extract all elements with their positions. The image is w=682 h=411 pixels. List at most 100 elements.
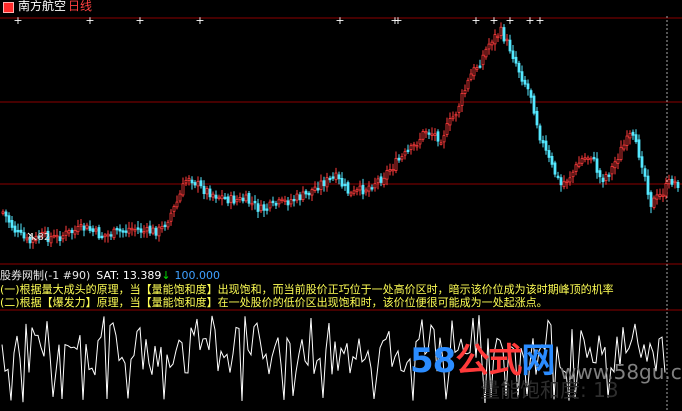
candle-body bbox=[586, 157, 590, 160]
candle-body bbox=[640, 156, 644, 168]
candle-body bbox=[1, 211, 5, 214]
candle-body bbox=[592, 156, 596, 160]
candle-body bbox=[379, 176, 383, 183]
candle-body bbox=[151, 227, 155, 234]
candle-body bbox=[229, 195, 233, 203]
candle-body bbox=[82, 225, 86, 231]
candle-body bbox=[124, 230, 128, 233]
watermark-number: 58 bbox=[410, 341, 456, 381]
candle-body bbox=[667, 179, 671, 185]
candle-body bbox=[172, 206, 176, 212]
chart-menu-icon[interactable] bbox=[3, 2, 14, 13]
candle-body bbox=[598, 170, 602, 178]
candle-body bbox=[658, 193, 662, 197]
candle-body bbox=[676, 181, 680, 188]
candle-body bbox=[244, 194, 248, 202]
candle-body bbox=[514, 56, 518, 64]
candle-body bbox=[133, 229, 137, 232]
candle-body bbox=[649, 192, 653, 207]
candle-body bbox=[70, 229, 74, 233]
candle-body bbox=[601, 177, 605, 183]
candle-body bbox=[562, 181, 566, 188]
candle-body bbox=[295, 193, 299, 201]
candle-body bbox=[490, 41, 494, 46]
candle-body bbox=[406, 149, 410, 153]
candle-body bbox=[415, 145, 419, 148]
candle-body bbox=[550, 155, 554, 165]
candle-body bbox=[289, 199, 293, 205]
candle-body bbox=[568, 177, 572, 183]
candle-body bbox=[589, 157, 593, 161]
candle-body bbox=[196, 180, 200, 187]
watermark-logo: 58公式网 bbox=[410, 344, 555, 378]
candle-body bbox=[247, 192, 251, 204]
candle-body bbox=[652, 197, 656, 208]
indicator-header: 股券网制(-1 #90) SAT: 13.389↓ 100.000 bbox=[0, 269, 220, 282]
candle-body bbox=[106, 233, 110, 237]
candle-body bbox=[319, 180, 323, 191]
candle-body bbox=[61, 235, 65, 240]
candle-body bbox=[559, 177, 563, 186]
note-line-2: (二)根据【爆发力】原理，当【量能饱和度】在一处股价的低价区出现饱和时，该价位便… bbox=[0, 296, 548, 309]
candle-body bbox=[211, 193, 215, 198]
candle-body bbox=[346, 182, 350, 194]
signal-marker-icon: + bbox=[505, 14, 514, 27]
candle-body bbox=[553, 162, 557, 175]
candle-body bbox=[388, 169, 392, 172]
candle-body bbox=[364, 189, 368, 193]
candle-body bbox=[604, 174, 608, 182]
candle-body bbox=[94, 228, 98, 232]
candle-body bbox=[328, 177, 332, 181]
candle-body bbox=[541, 140, 545, 144]
signal-marker-icon: + bbox=[393, 14, 402, 27]
candle-body bbox=[130, 227, 134, 231]
candle-body bbox=[103, 234, 107, 238]
candle-body bbox=[235, 199, 239, 203]
candle-body bbox=[496, 35, 500, 39]
candle-body bbox=[565, 180, 569, 184]
period-label[interactable]: 日线 bbox=[68, 0, 92, 13]
candle-body bbox=[442, 135, 446, 143]
signal-marker-icon: + bbox=[335, 14, 344, 27]
candle-body bbox=[412, 143, 416, 147]
candle-body bbox=[79, 224, 83, 227]
indicator-value: 100.000 bbox=[174, 269, 221, 282]
candle-body bbox=[577, 162, 581, 167]
candle-body bbox=[469, 73, 473, 80]
candle-body bbox=[184, 179, 188, 184]
candle-body bbox=[214, 194, 218, 199]
candle-body bbox=[304, 190, 308, 195]
candle-body bbox=[619, 146, 623, 160]
watermark-text: 公式 bbox=[455, 341, 522, 381]
price-chart[interactable]: + + + + + ++ + + + + + bbox=[0, 0, 682, 411]
indicator-name[interactable]: 股券网制(-1 #90) bbox=[0, 269, 90, 282]
candle-body bbox=[508, 39, 512, 52]
watermark-net: 网 bbox=[521, 341, 555, 381]
candle-body bbox=[517, 62, 521, 73]
candle-body bbox=[154, 227, 158, 236]
candle-body bbox=[334, 172, 338, 181]
candle-body bbox=[157, 226, 161, 237]
candle-body bbox=[85, 224, 89, 229]
candle-body bbox=[190, 179, 194, 184]
low-price-label: 4.82 bbox=[28, 232, 51, 243]
candle-body bbox=[355, 189, 359, 192]
candle-body bbox=[169, 212, 173, 222]
candle-body bbox=[115, 227, 119, 231]
stock-chart-window: + + + + + + + + + + + + 南方航空 日线 4.82 股券网制(-1 #90) SAT… bbox=[0, 0, 682, 411]
candle-body bbox=[661, 194, 665, 197]
candle-body bbox=[403, 151, 407, 156]
candle-body bbox=[199, 180, 203, 187]
candle-body bbox=[532, 95, 536, 114]
candle-body bbox=[487, 43, 491, 50]
candle-body bbox=[271, 200, 275, 204]
candle-body bbox=[136, 227, 140, 230]
candle-body bbox=[268, 201, 272, 209]
candle-body bbox=[217, 196, 221, 200]
candle-body bbox=[100, 235, 104, 239]
candle-body bbox=[241, 197, 245, 202]
candle-body bbox=[256, 203, 260, 212]
candle-body bbox=[457, 105, 461, 113]
candle-body bbox=[538, 125, 542, 141]
candle-body bbox=[91, 228, 95, 233]
